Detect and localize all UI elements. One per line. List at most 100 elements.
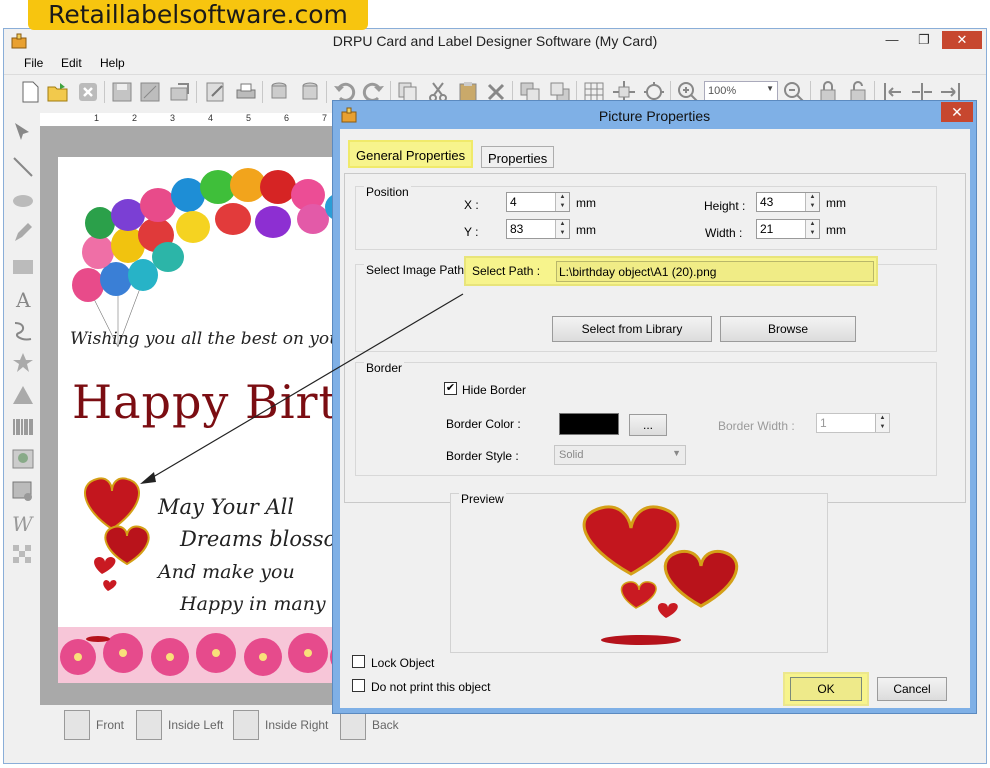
do-not-print-checkbox[interactable] [352, 679, 365, 692]
tab-general-properties[interactable]: General Properties [348, 140, 474, 168]
hide-border-label: Hide Border [462, 383, 527, 397]
select-path-value: L:\birthday object\A1 (20).png [559, 265, 717, 279]
tab-inside-left-label: Inside Left [168, 718, 224, 732]
tab-front-label: Front [96, 718, 125, 732]
card-line-4[interactable]: Happy in many [180, 593, 326, 615]
card-line-2[interactable]: Dreams blosso [180, 527, 336, 551]
dialog-title-bar: Picture Properties ✕ [333, 101, 976, 129]
chevron-down-icon: ▼ [766, 84, 774, 93]
spinner-arrows-icon[interactable]: ▲ ▼ [555, 193, 569, 211]
card-line-3[interactable]: And make you [158, 561, 295, 583]
close-document-icon[interactable] [76, 80, 100, 104]
triangle-tool-icon[interactable] [11, 383, 35, 407]
tab-inside-right[interactable]: Inside Right [233, 709, 328, 741]
minimize-button[interactable]: — [877, 31, 907, 49]
svg-text:W: W [12, 512, 34, 535]
border-style-label: Border Style : [446, 449, 519, 463]
tab-inside-left[interactable]: Inside Left [136, 709, 223, 741]
menu-file[interactable]: File [24, 56, 43, 70]
spinner-arrows-icon[interactable]: ▲ ▼ [555, 220, 569, 238]
height-input[interactable]: 43 ▲ ▼ [756, 192, 820, 212]
preview-image [582, 505, 739, 645]
border-width-input[interactable]: 1 ▲ ▼ [816, 413, 890, 433]
flowers-image[interactable] [58, 627, 348, 683]
border-title: Border [364, 361, 405, 375]
horizontal-ruler: 1 2 3 4 5 6 7 [40, 113, 340, 127]
zoom-select[interactable]: 100% ▼ [704, 81, 778, 101]
spinner-arrows-icon[interactable]: ▲ ▼ [805, 193, 819, 211]
database-icon[interactable] [298, 80, 322, 104]
card-headline[interactable]: Happy Birt [72, 375, 338, 429]
new-document-icon[interactable] [18, 80, 42, 104]
lock-object-checkbox[interactable] [352, 655, 365, 668]
do-not-print-label: Do not print this object [371, 680, 491, 694]
card-line-1[interactable]: May Your All [158, 495, 294, 519]
title-bar: DRPU Card and Label Designer Software (M… [4, 29, 986, 53]
restore-button[interactable]: ❐ [909, 31, 939, 49]
ruler-tick: 5 [246, 113, 252, 123]
background-tool-icon[interactable] [11, 543, 35, 567]
wordart-tool-icon[interactable]: W [11, 511, 35, 535]
x-input[interactable]: 4 ▲ ▼ [506, 192, 570, 212]
border-width-value: 1 [820, 416, 827, 430]
y-value: 83 [510, 222, 524, 236]
hide-border-checkbox[interactable]: ✔ [444, 382, 457, 395]
hearts-image[interactable] [72, 469, 152, 599]
x-unit: mm [576, 196, 596, 210]
menu-edit[interactable]: Edit [61, 56, 82, 70]
y-label: Y : [464, 225, 479, 239]
curve-tool-icon[interactable] [11, 319, 35, 343]
dialog-close-button[interactable]: ✕ [941, 102, 973, 122]
preview-label: Preview [459, 492, 506, 506]
database-add-icon[interactable] [268, 80, 292, 104]
open-folder-icon[interactable] [46, 80, 70, 104]
pencil-tool-icon[interactable] [11, 221, 35, 245]
export-icon[interactable] [168, 80, 192, 104]
close-icon: ✕ [951, 104, 963, 120]
rectangle-tool-icon[interactable] [11, 255, 35, 279]
window-title: DRPU Card and Label Designer Software (M… [332, 33, 658, 49]
border-style-value: Solid [559, 449, 584, 461]
border-color-swatch[interactable] [559, 413, 619, 435]
ellipse-tool-icon[interactable] [11, 189, 35, 213]
spinner-arrows-icon[interactable]: ▲ ▼ [875, 414, 889, 432]
line-tool-icon[interactable] [11, 155, 35, 179]
browse-button[interactable]: Browse [720, 316, 856, 342]
save-icon[interactable] [110, 80, 134, 104]
border-style-select[interactable]: Solid ▼ [554, 445, 686, 465]
tab-inside-right-label: Inside Right [265, 718, 329, 732]
design-canvas[interactable]: Wishing you all the best on you Happy Bi… [40, 127, 348, 705]
window-close-button[interactable]: ✕ [942, 31, 982, 49]
star-tool-icon[interactable] [11, 351, 35, 375]
spinner-arrows-icon[interactable]: ▲ ▼ [805, 220, 819, 238]
border-color-label: Border Color : [446, 417, 521, 431]
text-tool-icon[interactable]: A [11, 287, 35, 311]
print-icon[interactable] [234, 80, 258, 104]
image-tool-icon[interactable] [11, 447, 35, 471]
tab-front[interactable]: Front [64, 709, 124, 741]
select-path-input[interactable]: L:\birthday object\A1 (20).png [556, 261, 874, 282]
ruler-tick: 1 [94, 113, 100, 123]
balloons-image[interactable] [58, 157, 348, 347]
y-input[interactable]: 83 ▲ ▼ [506, 219, 570, 239]
page-icon [233, 710, 259, 740]
cancel-button[interactable]: Cancel [877, 677, 947, 701]
picture-settings-icon[interactable] [11, 479, 35, 503]
y-unit: mm [576, 223, 596, 237]
ok-button[interactable]: OK [790, 677, 862, 701]
edit-properties-icon[interactable] [204, 80, 228, 104]
page-icon [64, 710, 90, 740]
save-as-icon[interactable] [138, 80, 162, 104]
card-page[interactable]: Wishing you all the best on you Happy Bi… [58, 157, 348, 683]
dialog-title: Picture Properties [598, 108, 711, 124]
card-wish-text[interactable]: Wishing you all the best on you [70, 329, 340, 349]
move-tool-icon[interactable] [11, 121, 35, 145]
select-from-library-button[interactable]: Select from Library [552, 316, 712, 342]
tab-properties[interactable]: Properties [481, 146, 555, 168]
height-value: 43 [760, 195, 774, 209]
border-color-picker-button[interactable]: ... [629, 414, 667, 436]
width-input[interactable]: 21 ▲ ▼ [756, 219, 820, 239]
dialog-body: General Properties Properties Position X… [340, 129, 970, 708]
barcode-tool-icon[interactable] [11, 415, 35, 439]
menu-help[interactable]: Help [100, 56, 125, 70]
